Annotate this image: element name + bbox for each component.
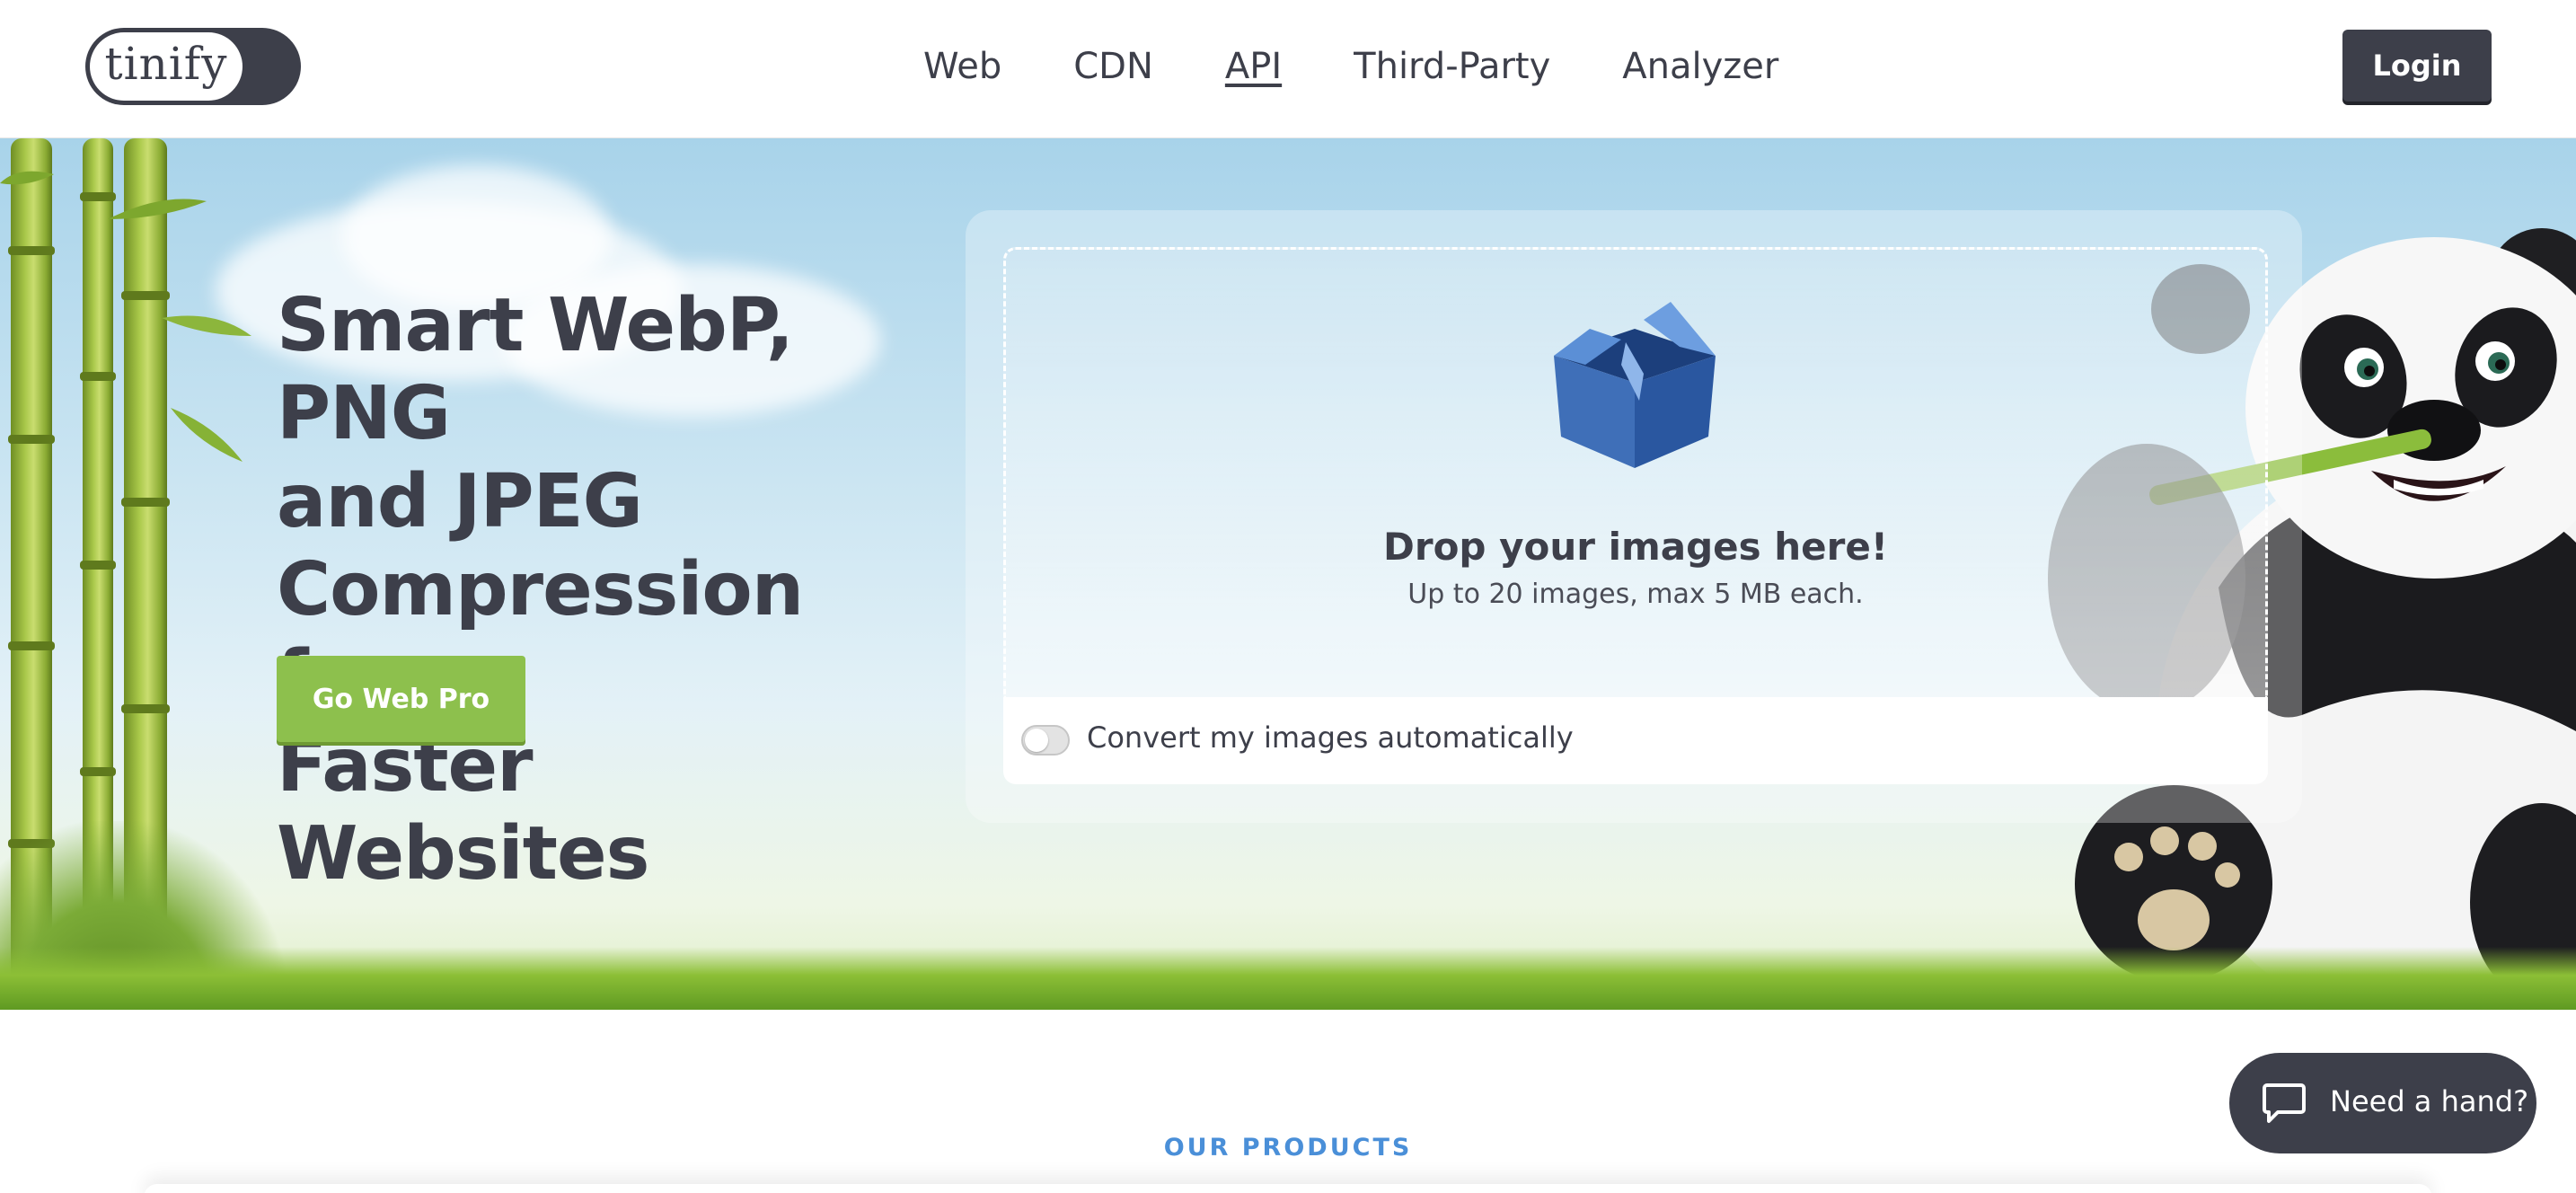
products-card bbox=[144, 1184, 2432, 1193]
go-web-pro-button[interactable]: Go Web Pro bbox=[277, 656, 525, 742]
convert-toggle[interactable] bbox=[1021, 725, 1070, 756]
hero-headline: Smart WebP, PNG and JPEG Compression for… bbox=[277, 282, 923, 898]
bamboo-leaves-icon bbox=[0, 171, 251, 462]
logo-text: tinify bbox=[104, 38, 228, 90]
nav-third-party[interactable]: Third-Party bbox=[1354, 46, 1550, 87]
headline-line: and JPEG bbox=[277, 459, 643, 544]
site-header: tinify Web CDN API Third-Party Analyzer … bbox=[0, 0, 2576, 138]
tinify-logo[interactable]: tinify bbox=[85, 28, 301, 105]
headline-line: Smart WebP, PNG bbox=[277, 283, 794, 456]
login-button[interactable]: Login bbox=[2342, 30, 2492, 102]
nav-analyzer[interactable]: Analyzer bbox=[1622, 46, 1778, 87]
drop-title: Drop your images here! bbox=[1383, 525, 1888, 569]
headline-line: Faster Websites bbox=[277, 723, 649, 897]
grass-strip bbox=[0, 947, 2576, 1010]
our-products-label: OUR PRODUCTS bbox=[1163, 1134, 1413, 1162]
logo-pill: tinify bbox=[90, 32, 243, 101]
help-label: Need a hand? bbox=[2330, 1084, 2529, 1118]
nav-api[interactable]: API bbox=[1225, 46, 1282, 87]
main-nav: Web CDN API Third-Party Analyzer bbox=[923, 40, 1850, 93]
help-chat-button[interactable]: Need a hand? bbox=[2229, 1053, 2536, 1153]
hero-section: Smart WebP, PNG and JPEG Compression for… bbox=[0, 138, 2576, 1010]
convert-label[interactable]: Convert my images automatically bbox=[1087, 720, 1574, 755]
chat-bubble-icon bbox=[2263, 1083, 2306, 1123]
nav-web[interactable]: Web bbox=[923, 46, 1001, 87]
nav-cdn[interactable]: CDN bbox=[1073, 46, 1153, 87]
drop-subtitle: Up to 20 images, max 5 MB each. bbox=[1407, 579, 1864, 610]
toggle-knob bbox=[1025, 729, 1048, 752]
open-box-icon bbox=[1554, 302, 1716, 468]
convert-option-bar: Convert my images automatically bbox=[1003, 697, 2268, 784]
